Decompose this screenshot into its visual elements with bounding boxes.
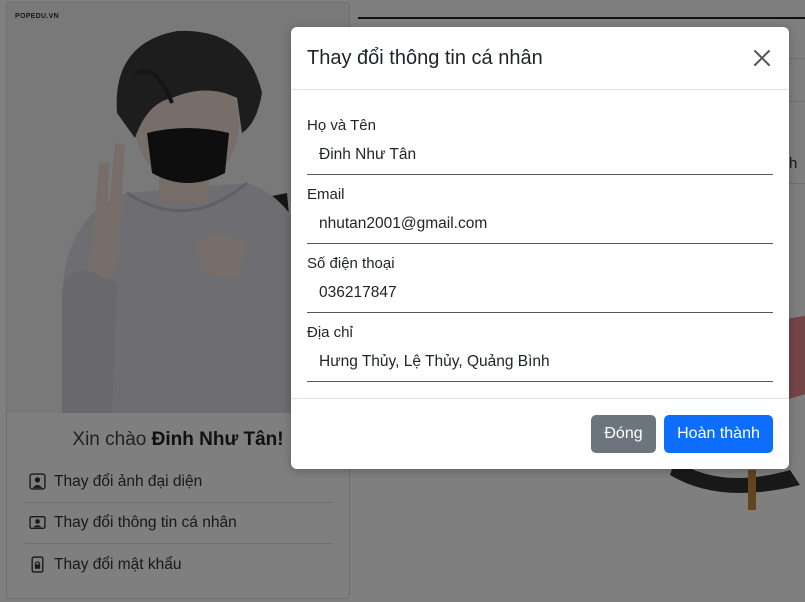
modal-footer: Đóng Hoàn thành <box>291 398 789 469</box>
field-phone: Số điện thoại <box>307 228 773 313</box>
modal-header: Thay đổi thông tin cá nhân <box>291 27 789 90</box>
field-email: Email <box>307 159 773 244</box>
close-icon[interactable] <box>751 47 773 69</box>
phone-label: Số điện thoại <box>307 255 395 272</box>
address-input[interactable] <box>307 343 773 382</box>
address-label: Địa chỉ <box>307 324 353 341</box>
email-label: Email <box>307 186 345 203</box>
edit-profile-modal: Thay đổi thông tin cá nhân Họ và Tên Ema… <box>291 27 789 469</box>
fullname-label: Họ và Tên <box>307 117 376 134</box>
modal-title: Thay đổi thông tin cá nhân <box>307 46 543 69</box>
field-fullname: Họ và Tên <box>307 90 773 175</box>
field-address: Địa chỉ <box>307 297 773 382</box>
modal-body: Họ và Tên Email Số điện thoại Địa chỉ <box>307 90 773 382</box>
submit-button[interactable]: Hoàn thành <box>664 415 773 453</box>
close-button[interactable]: Đóng <box>591 415 656 453</box>
